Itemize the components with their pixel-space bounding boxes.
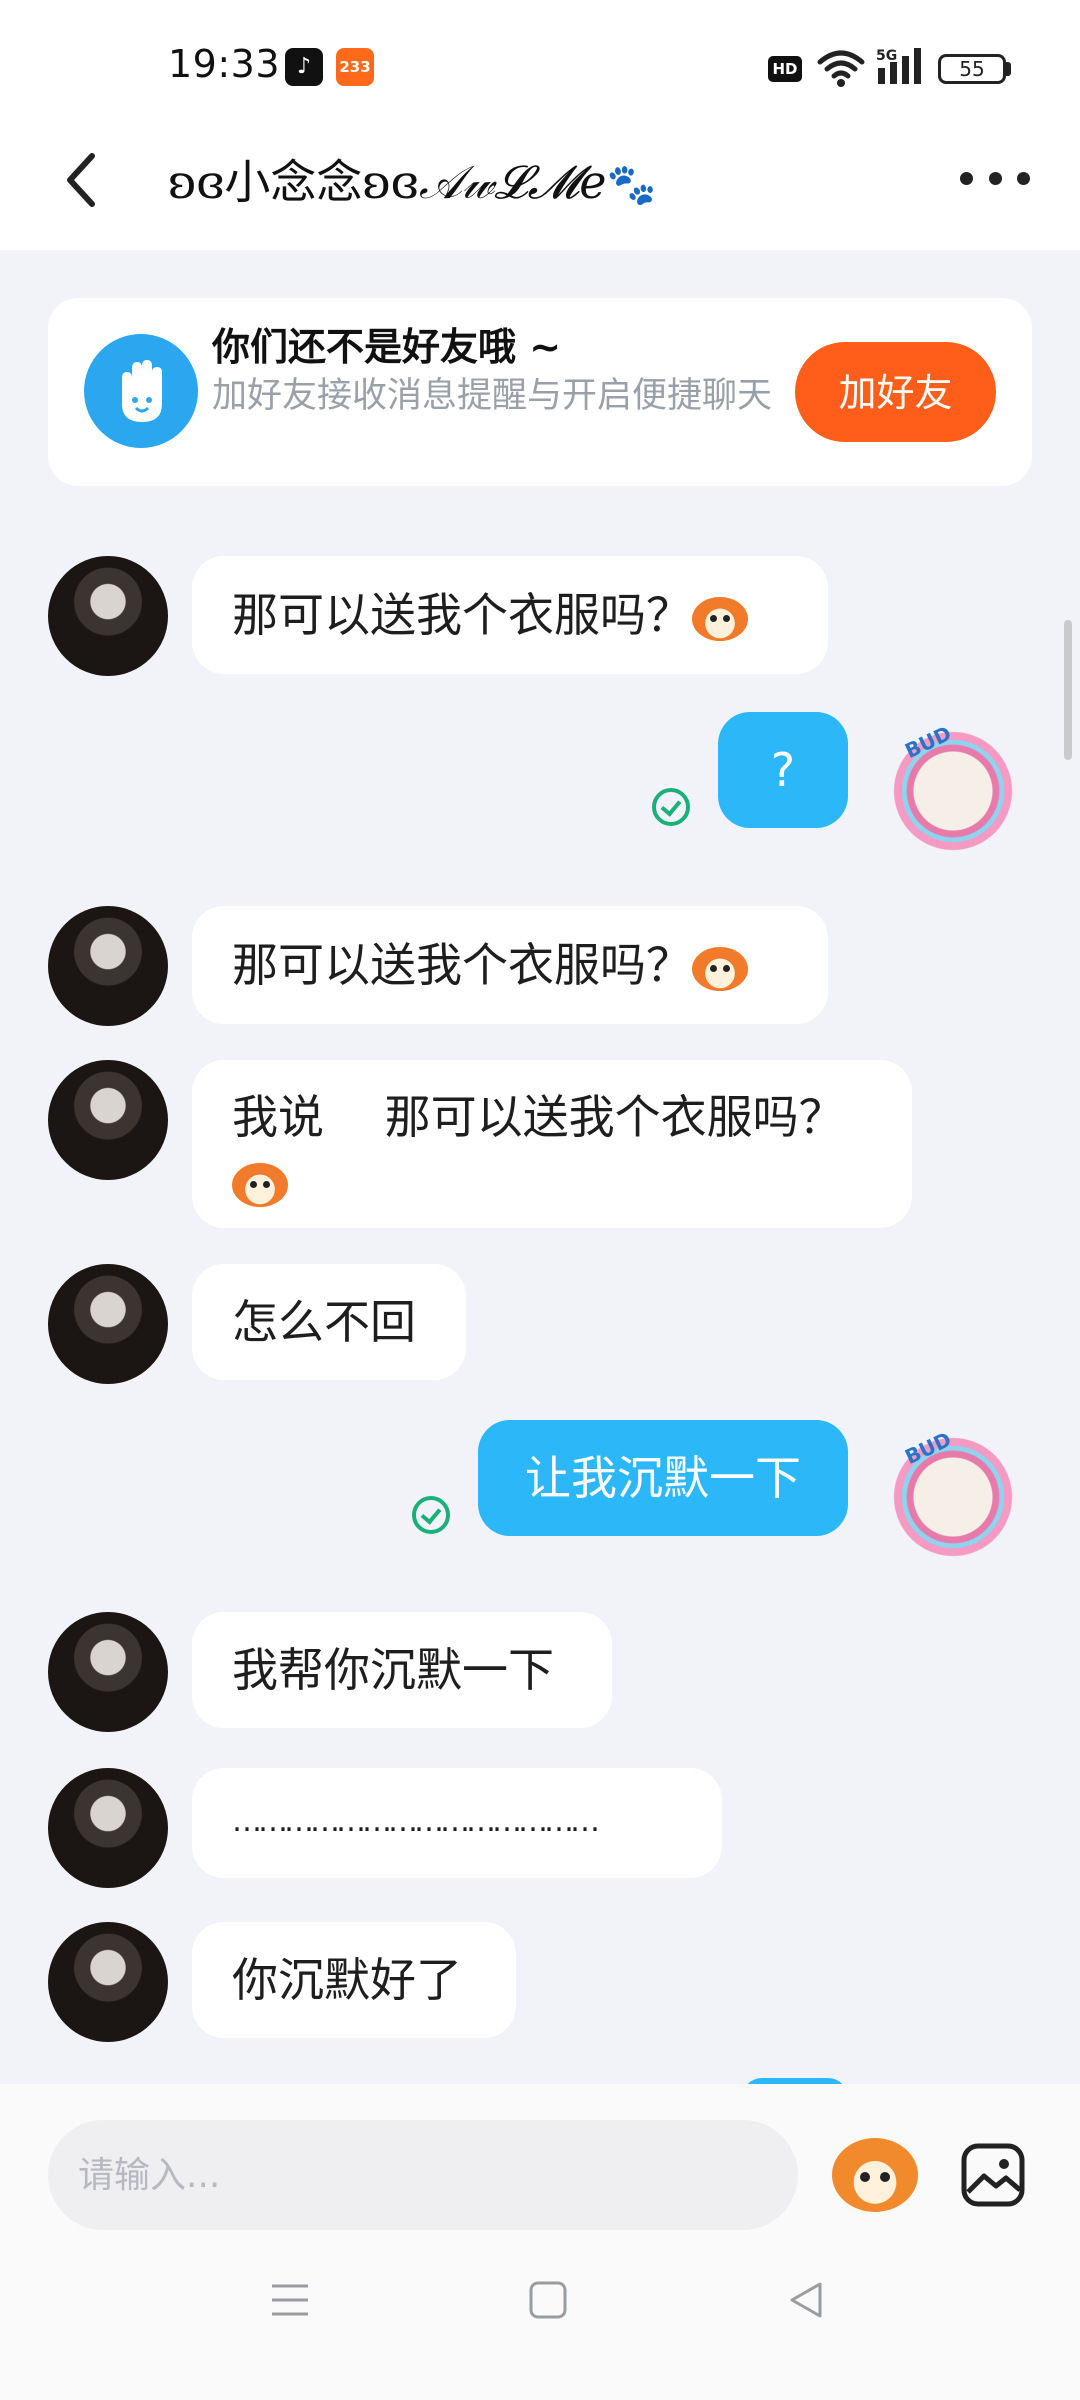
add-friend-button[interactable]: 加好友 (795, 342, 996, 442)
my-avatar[interactable] (884, 1428, 1022, 1566)
chat-title: ʚɞ小念念ʚɞ𝒜𝓌𝓛𝓜𝑒🐾 (168, 146, 656, 212)
battery-icon: 55 (938, 54, 1006, 84)
sent-check-icon (412, 1496, 450, 1534)
message-text: 我说 那可以送我个衣服吗？ (232, 1090, 845, 1144)
hd-icon: HD (768, 56, 802, 82)
sent-check-icon (652, 788, 690, 826)
wave-hand-icon (84, 334, 198, 448)
wifi-icon (817, 50, 865, 87)
message-bubble-sent[interactable]: ? (718, 712, 848, 828)
message-text: ? (770, 743, 796, 797)
message-input[interactable] (48, 2120, 798, 2230)
image-picker-icon[interactable] (960, 2142, 1026, 2208)
more-dot (1017, 171, 1030, 185)
status-time: 19:33 (168, 42, 281, 86)
friend-banner-description: 加好友接收消息提醒与开启便捷聊天 (212, 376, 773, 416)
contact-avatar[interactable] (48, 1264, 168, 1384)
nav-home-icon[interactable] (528, 2280, 568, 2320)
message-bubble-received[interactable]: 那可以送我个衣服吗？ (192, 906, 828, 1024)
message-bubble-received[interactable]: 我帮你沉默一下 (192, 1612, 612, 1728)
message-text: …………………………………… (232, 1804, 600, 1839)
message-text: 那可以送我个衣服吗？ (232, 588, 692, 642)
chat-title-name: ʚɞ小念念ʚɞ (168, 155, 419, 209)
message-text: 那可以送我个衣服吗？ (232, 938, 692, 992)
battery-tip (1006, 62, 1011, 76)
paw-icon: 🐾 (606, 162, 657, 208)
friend-banner-title: 你们还不是好友哦 ~ (212, 325, 562, 369)
message-text: 你沉默好了 (232, 1953, 462, 2007)
message-bubble-received[interactable]: 那可以送我个衣服吗？ (192, 556, 828, 674)
signal-icon: 5G (876, 48, 921, 84)
tiktok-icon: ♪ (285, 48, 323, 86)
nav-back-icon[interactable] (784, 2278, 828, 2322)
message-bubble-received[interactable]: 你沉默好了 (192, 1922, 516, 2038)
contact-avatar[interactable] (48, 1768, 168, 1888)
contact-avatar[interactable] (48, 906, 168, 1026)
nav-menu-icon[interactable] (270, 2280, 310, 2320)
back-arrow-icon[interactable] (50, 140, 110, 220)
message-bubble-received[interactable]: 我说 那可以送我个衣服吗？ (192, 1060, 912, 1228)
more-options-button[interactable] (960, 160, 1030, 196)
chat-title-suffix: 𝒜𝓌𝓛𝓜𝑒 (418, 155, 607, 209)
app-233-icon: 233 (336, 48, 374, 86)
sticker-emoji-icon (692, 946, 748, 991)
message-text: 让我沉默一下 (525, 1451, 801, 1505)
message-text: 怎么不回 (232, 1295, 416, 1349)
more-dot (960, 171, 973, 185)
sticker-emoji-icon (232, 1162, 288, 1207)
network-type: 5G (876, 48, 897, 64)
message-bubble-received[interactable]: 怎么不回 (192, 1264, 466, 1380)
contact-avatar[interactable] (48, 556, 168, 676)
message-bubble-received[interactable]: …………………………………… (192, 1768, 722, 1878)
message-bubble-sent[interactable]: 让我沉默一下 (478, 1420, 848, 1536)
message-text: 我帮你沉默一下 (232, 1643, 554, 1697)
scrollbar[interactable] (1064, 620, 1072, 760)
more-dot (988, 171, 1002, 185)
contact-avatar[interactable] (48, 1612, 168, 1732)
contact-avatar[interactable] (48, 1922, 168, 2042)
contact-avatar[interactable] (48, 1060, 168, 1180)
emoji-sticker-icon[interactable] (832, 2138, 918, 2212)
my-avatar[interactable] (884, 722, 1022, 860)
sticker-emoji-icon (692, 596, 748, 641)
